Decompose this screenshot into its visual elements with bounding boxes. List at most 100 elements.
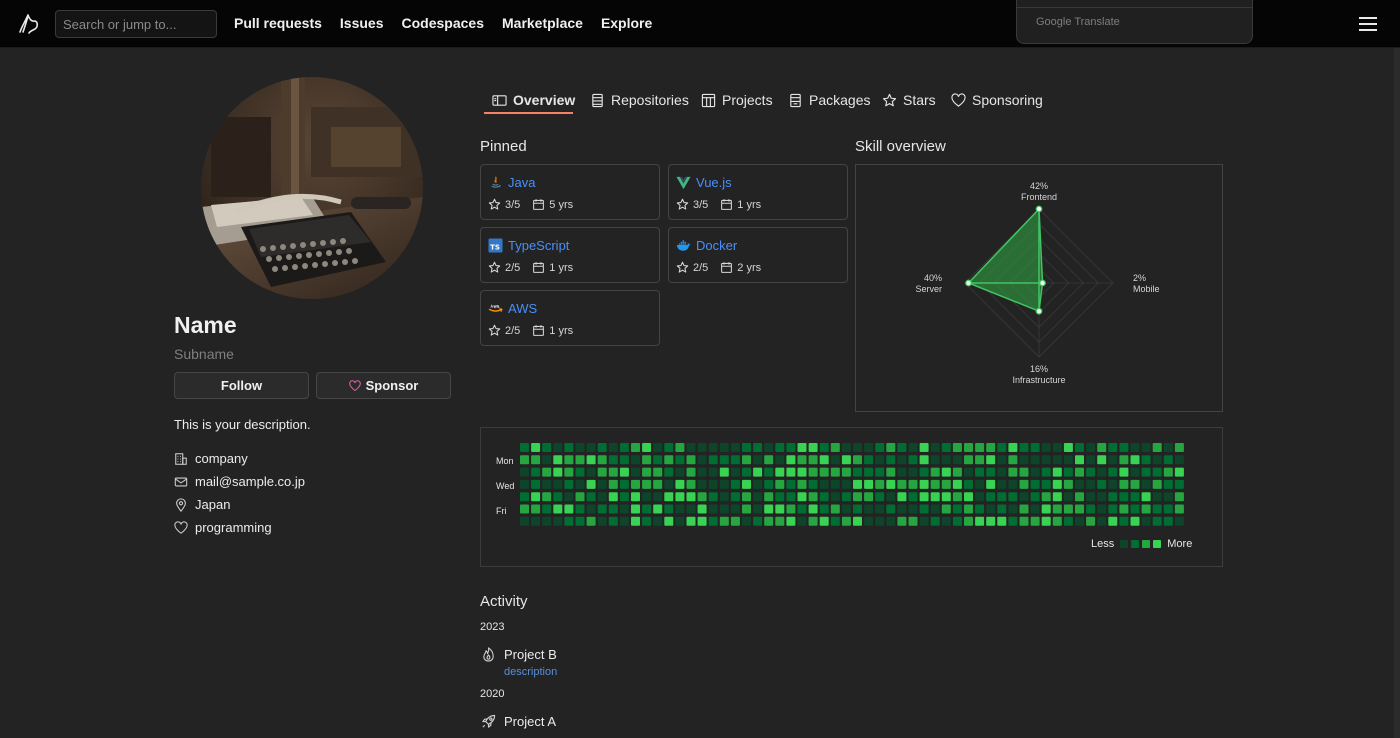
contribution-cell[interactable] bbox=[597, 443, 607, 452]
contribution-cell[interactable] bbox=[908, 479, 918, 489]
contribution-cell[interactable] bbox=[853, 443, 862, 452]
contribution-cell[interactable] bbox=[586, 516, 596, 526]
contribution-cell[interactable] bbox=[964, 479, 973, 489]
contribution-cell[interactable] bbox=[1075, 516, 1084, 526]
contribution-cell[interactable] bbox=[841, 443, 851, 452]
contribution-cell[interactable] bbox=[819, 479, 829, 489]
contribution-cell[interactable] bbox=[808, 443, 818, 452]
tab-projects[interactable]: Projects bbox=[701, 86, 773, 114]
contribution-cell[interactable] bbox=[597, 516, 607, 526]
contribution-cell[interactable] bbox=[742, 467, 751, 477]
contribution-cell[interactable] bbox=[1108, 492, 1118, 502]
contribution-cell[interactable] bbox=[1097, 467, 1107, 477]
contribution-cell[interactable] bbox=[1063, 516, 1073, 526]
contribution-cell[interactable] bbox=[1030, 504, 1040, 514]
contribution-cell[interactable] bbox=[564, 504, 574, 514]
contribution-cell[interactable] bbox=[797, 504, 807, 514]
contribution-cell[interactable] bbox=[1030, 516, 1040, 526]
contribution-cell[interactable] bbox=[753, 516, 763, 526]
contribution-cell[interactable] bbox=[919, 504, 929, 514]
contribution-cell[interactable] bbox=[1019, 455, 1029, 465]
contribution-cell[interactable] bbox=[886, 467, 896, 477]
contribution-cell[interactable] bbox=[997, 504, 1007, 514]
contribution-cell[interactable] bbox=[542, 479, 552, 489]
contribution-cell[interactable] bbox=[653, 467, 663, 477]
contribution-cell[interactable] bbox=[1030, 443, 1040, 452]
contribution-cell[interactable] bbox=[708, 443, 718, 452]
contribution-cell[interactable] bbox=[941, 516, 951, 526]
contribution-cell[interactable] bbox=[575, 479, 585, 489]
contribution-cell[interactable] bbox=[564, 516, 574, 526]
profile-detail-email[interactable]: mail@sample.co.jp bbox=[174, 474, 305, 489]
contribution-cell[interactable] bbox=[564, 443, 574, 452]
site-logo-icon[interactable] bbox=[17, 12, 41, 36]
contribution-cell[interactable] bbox=[997, 492, 1007, 502]
contribution-cell[interactable] bbox=[1086, 455, 1096, 465]
contribution-cell[interactable] bbox=[1063, 504, 1073, 514]
contribution-cell[interactable] bbox=[675, 516, 685, 526]
contribution-cell[interactable] bbox=[786, 504, 796, 514]
contribution-cell[interactable] bbox=[775, 516, 785, 526]
contribution-cell[interactable] bbox=[553, 492, 563, 502]
contribution-cell[interactable] bbox=[764, 479, 774, 489]
contribution-cell[interactable] bbox=[1086, 516, 1096, 526]
contribution-cell[interactable] bbox=[608, 467, 618, 477]
contribution-cell[interactable] bbox=[730, 479, 740, 489]
contribution-cell[interactable] bbox=[730, 455, 740, 465]
contribution-cell[interactable] bbox=[520, 455, 529, 465]
contribution-cell[interactable] bbox=[908, 504, 918, 514]
contribution-cell[interactable] bbox=[686, 467, 696, 477]
contribution-cell[interactable] bbox=[952, 443, 962, 452]
contribution-cell[interactable] bbox=[653, 492, 663, 502]
contribution-cell[interactable] bbox=[952, 467, 962, 477]
contribution-cell[interactable] bbox=[642, 479, 652, 489]
contribution-cell[interactable] bbox=[686, 443, 696, 452]
contribution-cell[interactable] bbox=[542, 467, 552, 477]
contribution-cell[interactable] bbox=[952, 455, 962, 465]
contribution-cell[interactable] bbox=[664, 455, 674, 465]
contribution-cell[interactable] bbox=[1052, 516, 1062, 526]
contribution-cell[interactable] bbox=[1174, 443, 1184, 452]
contribution-cell[interactable] bbox=[975, 455, 985, 465]
nav-codespaces[interactable]: Codespaces bbox=[402, 15, 484, 31]
contribution-cell[interactable] bbox=[908, 516, 918, 526]
activity-item-project-a[interactable]: Project A bbox=[481, 714, 556, 729]
contribution-cell[interactable] bbox=[764, 455, 774, 465]
contribution-cell[interactable] bbox=[586, 455, 596, 465]
contribution-cell[interactable] bbox=[1075, 467, 1084, 477]
contribution-cell[interactable] bbox=[952, 492, 962, 502]
contribution-cell[interactable] bbox=[1119, 479, 1129, 489]
contribution-cell[interactable] bbox=[775, 479, 785, 489]
contribution-cell[interactable] bbox=[1163, 516, 1173, 526]
contribution-cell[interactable] bbox=[808, 492, 818, 502]
contribution-cell[interactable] bbox=[686, 492, 696, 502]
contribution-cell[interactable] bbox=[897, 467, 907, 477]
contribution-cell[interactable] bbox=[775, 443, 785, 452]
contribution-cell[interactable] bbox=[930, 479, 940, 489]
contribution-cell[interactable] bbox=[542, 455, 552, 465]
contribution-cell[interactable] bbox=[697, 467, 707, 477]
contribution-cell[interactable] bbox=[1030, 479, 1040, 489]
contribution-cell[interactable] bbox=[730, 443, 740, 452]
contribution-cell[interactable] bbox=[520, 492, 529, 502]
contribution-cell[interactable] bbox=[819, 516, 829, 526]
contribution-cell[interactable] bbox=[908, 455, 918, 465]
pinned-card-typescript[interactable]: TS TypeScript 2/5 1 yrs bbox=[480, 227, 660, 283]
contribution-cell[interactable] bbox=[1052, 443, 1062, 452]
contribution-cell[interactable] bbox=[730, 467, 740, 477]
contribution-cell[interactable] bbox=[608, 455, 618, 465]
contribution-cell[interactable] bbox=[964, 492, 973, 502]
contribution-cell[interactable] bbox=[608, 504, 618, 514]
contribution-cell[interactable] bbox=[1152, 455, 1162, 465]
contribution-cell[interactable] bbox=[1130, 443, 1140, 452]
pinned-card-aws[interactable]: AWS 2/5 1 yrs bbox=[480, 290, 660, 346]
contribution-cell[interactable] bbox=[586, 504, 596, 514]
contribution-cell[interactable] bbox=[1086, 492, 1096, 502]
contribution-cell[interactable] bbox=[997, 443, 1007, 452]
contribution-cell[interactable] bbox=[886, 504, 896, 514]
google-translate-popup[interactable]: Google Translate bbox=[1016, 0, 1253, 44]
contribution-cell[interactable] bbox=[642, 443, 652, 452]
contribution-cell[interactable] bbox=[1075, 455, 1084, 465]
contribution-cell[interactable] bbox=[1019, 504, 1029, 514]
contribution-cell[interactable] bbox=[719, 504, 729, 514]
